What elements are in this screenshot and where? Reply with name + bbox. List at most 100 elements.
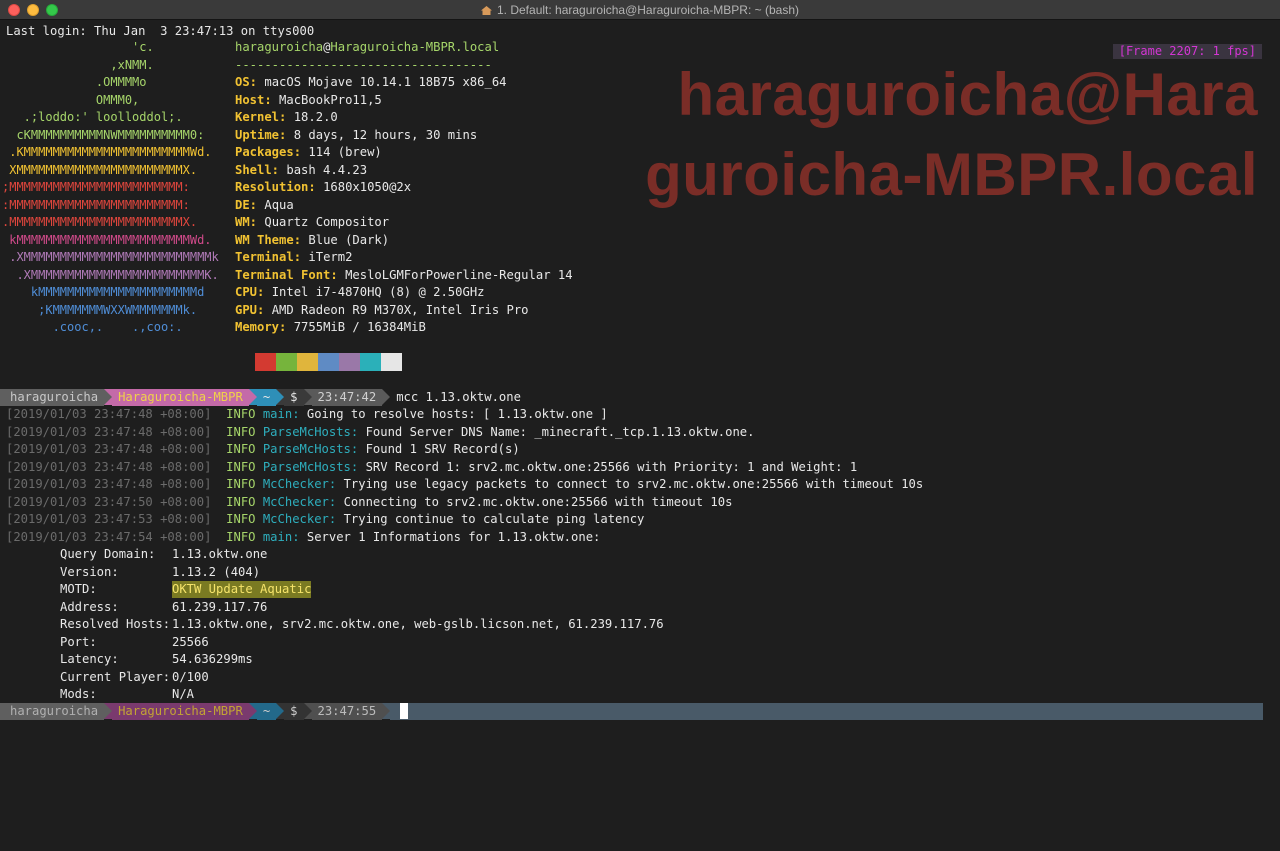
field-value: Aqua — [264, 197, 294, 212]
system-field: Host: MacBookPro11,5 — [235, 92, 382, 109]
server-info-key: Resolved Hosts: — [60, 617, 171, 631]
field-key: Packages: — [235, 145, 302, 159]
logo-line: .;loddo:' loolloddol;. — [2, 110, 183, 124]
server-info-key: Address: — [60, 599, 119, 614]
last-login-line: Last login: Thu Jan 3 23:47:13 on ttys00… — [6, 24, 315, 38]
system-field: GPU: AMD Radeon R9 M370X, Intel Iris Pro — [235, 302, 529, 319]
field-value: MacBookPro11,5 — [279, 92, 382, 107]
logo-line: .OMMMMo — [2, 75, 147, 89]
log-module: McChecker: — [262, 477, 337, 491]
logo-line: .XMMMMMMMMMMMMMMMMMMMMMMMMK. — [2, 267, 219, 282]
prompt-symbol-segment: $ — [284, 703, 304, 720]
log-module: ParseMcHosts: — [262, 442, 359, 456]
prompt-line-2[interactable]: haraguroicha Haraguroicha-MBPR ~ $ 23:47… — [0, 703, 1263, 720]
prompt-dir-segment: ~ — [256, 389, 277, 406]
home-icon — [481, 6, 492, 15]
log-line: [2019/01/03 23:47:48 +08:00] INFO McChec… — [6, 476, 923, 493]
log-message: Trying continue to calculate ping latenc… — [343, 512, 645, 526]
logo-line: kMMMMMMMMMMMMMMMMMMMMMMd — [2, 285, 205, 299]
prompt-arrow — [276, 389, 285, 405]
field-key: Uptime: — [235, 127, 287, 142]
user-host-line: haraguroicha@Haraguroicha-MBPR.local — [235, 39, 499, 56]
log-message: SRV Record 1: srv2.mc.oktw.one:25566 wit… — [365, 459, 858, 474]
server-info-value: 61.239.117.76 — [172, 599, 268, 614]
log-line: [2019/01/03 23:47:50 +08:00] INFO McChec… — [6, 494, 732, 511]
field-value: Blue (Dark) — [308, 232, 390, 247]
log-line: [2019/01/03 23:47:48 +08:00] INFO ParseM… — [6, 424, 754, 441]
logo-line: :MMMMMMMMMMMMMMMMMMMMMMMM: — [2, 197, 190, 212]
log-message: Going to resolve hosts: [ 1.13.oktw.one … — [306, 407, 608, 421]
command-input-line[interactable] — [390, 703, 1263, 720]
terminal-window: 1. Default: haraguroicha@Haraguroicha-MB… — [0, 0, 1280, 851]
prompt-command: mcc 1.13.oktw.one — [396, 390, 521, 404]
field-value: Quartz Compositor — [264, 215, 390, 229]
field-key: WM: — [235, 215, 258, 229]
server-info-key: Latency: — [60, 652, 119, 666]
system-field: Kernel: 18.2.0 — [235, 109, 338, 126]
text-cursor — [400, 703, 409, 719]
palette-swatch — [297, 353, 318, 371]
field-key: Terminal: — [235, 250, 302, 264]
system-field: Terminal Font: MesloLGMForPowerline-Regu… — [235, 267, 573, 284]
server-info-value: 1.13.oktw.one — [172, 547, 268, 561]
prompt-user-segment: haraguroicha — [0, 703, 105, 720]
server-info-row: Latency: 54.636299ms — [60, 651, 253, 668]
prompt-arrow — [382, 389, 391, 405]
log-timestamp: [2019/01/03 23:47:48 +08:00] — [6, 459, 212, 474]
logo-line: XMMMMMMMMMMMMMMMMMMMMMMMX. — [2, 162, 198, 177]
terminal-body[interactable]: Last login: Thu Jan 3 23:47:13 on ttys00… — [0, 21, 1280, 851]
palette-swatch — [381, 353, 402, 371]
log-timestamp: [2019/01/03 23:47:50 +08:00] — [6, 494, 212, 509]
server-info-value: 54.636299ms — [172, 652, 253, 666]
field-value: MesloLGMForPowerline-Regular 14 — [345, 267, 573, 282]
server-info-key: Query Domain: — [60, 547, 156, 561]
log-line: [2019/01/03 23:47:48 +08:00] INFO ParseM… — [6, 459, 857, 476]
log-line: [2019/01/03 23:47:53 +08:00] INFO McChec… — [6, 511, 644, 528]
host-name: Haraguroicha-MBPR.local — [330, 40, 500, 54]
field-value: iTerm2 — [308, 250, 353, 264]
logo-line: ;KMMMMMMMWXXWMMMMMMMk. — [2, 302, 198, 317]
system-field: Shell: bash 4.4.23 — [235, 162, 367, 179]
log-line: [2019/01/03 23:47:48 +08:00] INFO ParseM… — [6, 441, 520, 458]
title-bar[interactable]: 1. Default: haraguroicha@Haraguroicha-MB… — [0, 0, 1280, 20]
prompt-host-segment: Haraguroicha-MBPR — [112, 389, 249, 406]
prompt-line-1: haraguroicha Haraguroicha-MBPR ~ $ 23:47… — [0, 389, 527, 406]
field-key: Host: — [235, 92, 272, 107]
server-info-key: Current Player: — [60, 669, 171, 684]
log-level: INFO — [226, 477, 256, 491]
server-info-row: Address: 61.239.117.76 — [60, 599, 267, 616]
log-module: McChecker: — [262, 494, 337, 509]
server-info-row: Current Player: 0/100 — [60, 669, 209, 686]
field-key: CPU: — [235, 285, 265, 299]
server-info-value: OKTW Update Aquatic — [172, 581, 312, 598]
prompt-arrow — [248, 703, 257, 719]
prompt-arrow — [248, 389, 257, 405]
server-info-value: 0/100 — [172, 669, 209, 684]
log-module: ParseMcHosts: — [262, 459, 359, 474]
log-level: INFO — [226, 424, 256, 439]
server-info-row: MOTD: OKTW Update Aquatic — [60, 581, 312, 598]
log-level: INFO — [226, 529, 256, 544]
log-level: INFO — [226, 442, 256, 456]
watermark-line-1: haraguroicha@Hara — [677, 61, 1258, 128]
log-level: INFO — [226, 512, 256, 526]
log-level: INFO — [226, 459, 256, 474]
server-info-row: Version: 1.13.2 (404) — [60, 564, 260, 581]
prompt-host-segment: Haraguroicha-MBPR — [112, 703, 249, 720]
prompt-arrow — [382, 703, 391, 719]
prompt-arrow — [303, 389, 312, 405]
field-key: OS: — [235, 75, 258, 89]
log-module: ParseMcHosts: — [262, 424, 359, 439]
server-info-key: Port: — [60, 634, 97, 649]
log-module: McChecker: — [262, 512, 337, 526]
window-title: 1. Default: haraguroicha@Haraguroicha-MB… — [0, 0, 1280, 20]
field-key: DE: — [235, 197, 258, 212]
field-key: Shell: — [235, 162, 280, 177]
log-message: Trying use legacy packets to connect to … — [343, 477, 924, 491]
log-timestamp: [2019/01/03 23:47:48 +08:00] — [6, 442, 212, 456]
field-value: 18.2.0 — [293, 110, 338, 124]
server-info-value: N/A — [172, 687, 195, 701]
log-module: main: — [262, 529, 300, 544]
system-field: WM: Quartz Compositor — [235, 214, 389, 231]
system-field: Resolution: 1680x1050@2x — [235, 179, 411, 196]
